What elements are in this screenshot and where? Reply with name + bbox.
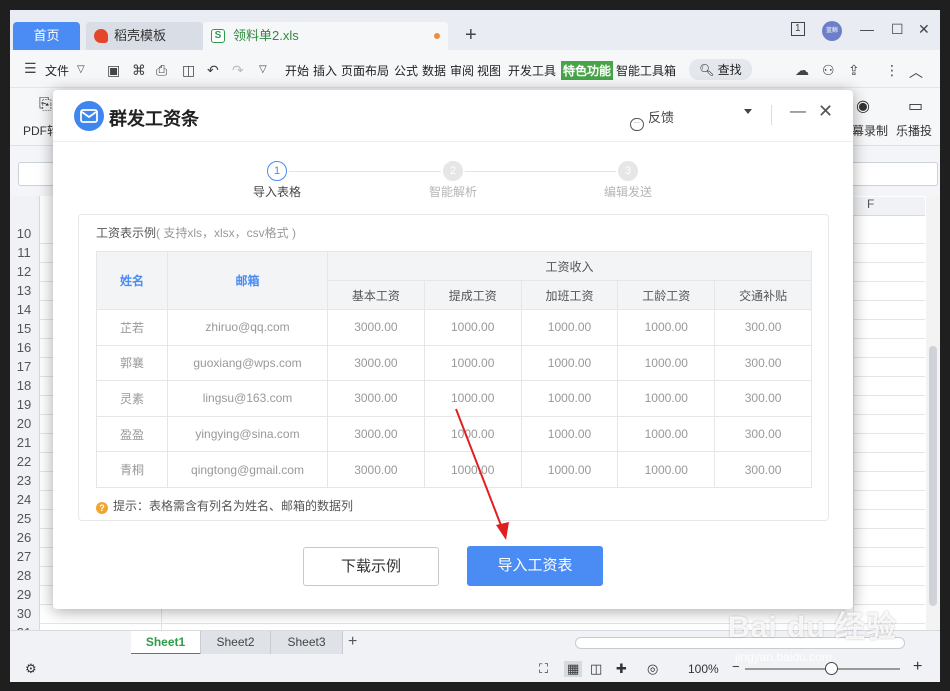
dialog-title: 群发工资条	[109, 109, 199, 129]
table-cell: 3000.00	[327, 309, 425, 346]
table-cell: 1000.00	[617, 451, 716, 488]
step-1-circle: 1	[267, 161, 287, 181]
table-cell: 1000.00	[423, 415, 522, 453]
table-cell: 1000.00	[617, 344, 716, 382]
import-salary-button[interactable]: 导入工资表	[467, 546, 603, 586]
header-salary-group: 工资收入	[327, 251, 812, 281]
example-title-text: 工资表示例	[96, 226, 157, 240]
step-3-label: 编辑发送	[603, 185, 652, 199]
dropdown-arrow-icon[interactable]	[744, 109, 752, 114]
example-salary-table: 姓名 邮箱 工资收入 基本工资 提成工资 加班工资 工龄工资 交通补贴 芷若 zhiruo…	[96, 251, 812, 488]
step-connector	[465, 171, 616, 172]
baidu-watermark: Bai du 经验	[728, 611, 898, 644]
step-1-label: 导入表格	[252, 185, 301, 199]
table-cell: 1000.00	[520, 344, 619, 382]
table-cell: 盈盈	[96, 415, 168, 453]
example-panel: 工资表示例( 支持xls，xlsx，csv格式 ) 姓名 邮箱 工资收入 基本工…	[78, 214, 829, 521]
table-cell: 300.00	[714, 451, 812, 488]
table-cell: 1000.00	[520, 451, 619, 488]
table-cell: 3000.00	[327, 380, 425, 417]
step-2-circle: 2	[443, 161, 463, 181]
sub-header-cell: 提成工资	[423, 280, 522, 310]
table-row: 盈盈 yingying@sina.com 3000.00 1000.00 1000.00…	[96, 415, 812, 453]
header-email: 邮箱	[167, 251, 328, 310]
table-row: 青桐 qingtong@gmail.com 3000.00 1000.00 1000.0…	[96, 451, 812, 488]
table-cell: 3000.00	[327, 344, 425, 382]
example-title: 工资表示例( 支持xls，xlsx，csv格式 )	[96, 224, 296, 241]
dialog-minimize-button[interactable]: —	[790, 103, 806, 121]
dialog-close-button[interactable]: ✕	[818, 101, 833, 122]
table-cell: 芷若	[96, 309, 168, 346]
table-cell: lingsu@163.com	[167, 380, 328, 417]
download-example-button[interactable]: 下载示例	[303, 547, 439, 586]
table-cell: 1000.00	[520, 415, 619, 453]
table-cell: 1000.00	[423, 380, 522, 417]
step-connector	[289, 171, 441, 172]
example-table-body: 芷若 zhiruo@qq.com 3000.00 1000.00 1000.00 1000…	[96, 309, 812, 488]
baidu-watermark-url: jingyan.baidu.com	[735, 650, 832, 664]
table-cell: 灵素	[96, 380, 168, 417]
step-2-label: 智能解析	[428, 185, 477, 199]
table-cell: yingying@sina.com	[167, 415, 328, 453]
chat-bubble-icon: ···	[630, 118, 644, 131]
hint-text: ? 提示：表格需含有列名为姓名、邮箱的数据列	[96, 497, 353, 514]
table-cell: guoxiang@wps.com	[167, 344, 328, 382]
table-row: 郭襄 guoxiang@wps.com 3000.00 1000.00 1000.00 1…	[96, 344, 812, 382]
table-cell: 300.00	[714, 415, 812, 453]
table-cell: 3000.00	[327, 415, 425, 453]
sub-header-cell: 基本工资	[327, 280, 425, 310]
table-cell: 郭襄	[96, 344, 168, 382]
feedback-label: 反馈	[648, 110, 675, 125]
table-cell: 1000.00	[423, 344, 522, 382]
table-cell: 1000.00	[520, 380, 619, 417]
table-cell: zhiruo@qq.com	[167, 309, 328, 346]
hint-label: 提示：表格需含有列名为姓名、邮箱的数据列	[113, 499, 354, 513]
sub-header-cell: 加班工资	[520, 280, 619, 310]
table-cell: 1000.00	[617, 380, 716, 417]
table-cell: 3000.00	[327, 451, 425, 488]
table-cell: 1000.00	[423, 451, 522, 488]
table-cell: qingtong@gmail.com	[167, 451, 328, 488]
step-3-circle: 3	[618, 161, 638, 181]
table-cell: 1000.00	[617, 415, 716, 453]
sub-header-cell: 交通补贴	[714, 280, 812, 310]
sub-header-cell: 工龄工资	[617, 280, 716, 310]
feedback-button[interactable]: ··· 反馈	[630, 107, 674, 131]
table-row: 芷若 zhiruo@qq.com 3000.00 1000.00 1000.00 1000…	[96, 309, 812, 346]
batch-payslip-dialog: 群发工资条 ··· 反馈 — ✕ 1 导入表格 2 智能解析 3 编辑发送 工资表示例( 支…	[53, 90, 853, 609]
header-divider	[771, 105, 772, 125]
question-icon: ?	[96, 502, 108, 514]
dialog-header: 群发工资条 ··· 反馈 — ✕	[53, 90, 853, 142]
table-cell: 青桐	[96, 451, 168, 488]
dialog-overlay: 群发工资条 ··· 反馈 — ✕ 1 导入表格 2 智能解析 3 编辑发送 工资表示例( 支…	[0, 0, 950, 691]
table-cell: 1000.00	[520, 309, 619, 346]
table-cell: 1000.00	[617, 309, 716, 346]
table-cell: 300.00	[714, 380, 812, 417]
supported-formats-hint: ( 支持xls，xlsx，csv格式 )	[156, 226, 297, 240]
payslip-mail-icon	[74, 101, 104, 131]
table-cell: 1000.00	[423, 309, 522, 346]
table-cell: 300.00	[714, 344, 812, 382]
table-cell: 300.00	[714, 309, 812, 346]
header-name: 姓名	[96, 251, 168, 310]
table-row: 灵素 lingsu@163.com 3000.00 1000.00 1000.00 100…	[96, 380, 812, 417]
